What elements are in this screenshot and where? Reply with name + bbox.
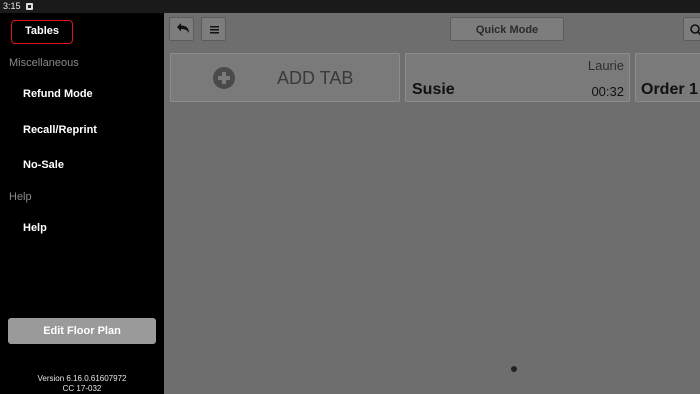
sidebar: Tables Miscellaneous Refund Mode Recall/… [0,13,164,394]
tab-server: Laurie [587,58,624,73]
sidebar-item-no-sale[interactable]: No-Sale [23,159,64,171]
cc-text: CC 17-032 [62,384,102,393]
sidebar-item-help[interactable]: Help [23,222,47,234]
add-tab-label: ADD TAB [277,68,354,88]
edit-floor-plan-button[interactable]: Edit Floor Plan [8,318,156,344]
tab-name: Order 1 [641,81,698,98]
tab-name: Susie [412,81,455,98]
section-miscellaneous: Miscellaneous [9,57,79,69]
tab-timer: 00:32 [591,84,624,99]
quick-mode-button[interactable]: Quick Mode [450,17,564,41]
notification-icon [26,3,33,10]
status-time: 3:15 [3,1,21,11]
menu-button[interactable] [201,17,226,41]
tables-button[interactable]: Tables [11,20,73,44]
tab-card[interactable]: Laurie Susie 00:32 [405,53,630,102]
tab-card-order[interactable]: Order 1 [635,53,700,102]
search-button[interactable] [683,17,700,41]
section-help: Help [9,191,32,203]
back-button[interactable] [169,17,194,41]
back-arrow-icon [177,23,189,33]
plus-circle-icon [213,67,235,89]
add-tab-card[interactable]: ADD TAB [170,53,400,102]
hamburger-icon [210,26,219,34]
status-bar: 3:15 [0,0,700,13]
version-text: Version 6.16.0.61607972 [37,374,127,383]
search-icon [690,24,700,36]
page-indicator-dot [511,366,517,372]
sidebar-item-refund-mode[interactable]: Refund Mode [23,88,93,100]
sidebar-item-recall-reprint[interactable]: Recall/Reprint [23,124,97,136]
main-area: Quick Mode ADD TAB Laurie Susie 00:32 Or… [164,13,700,394]
